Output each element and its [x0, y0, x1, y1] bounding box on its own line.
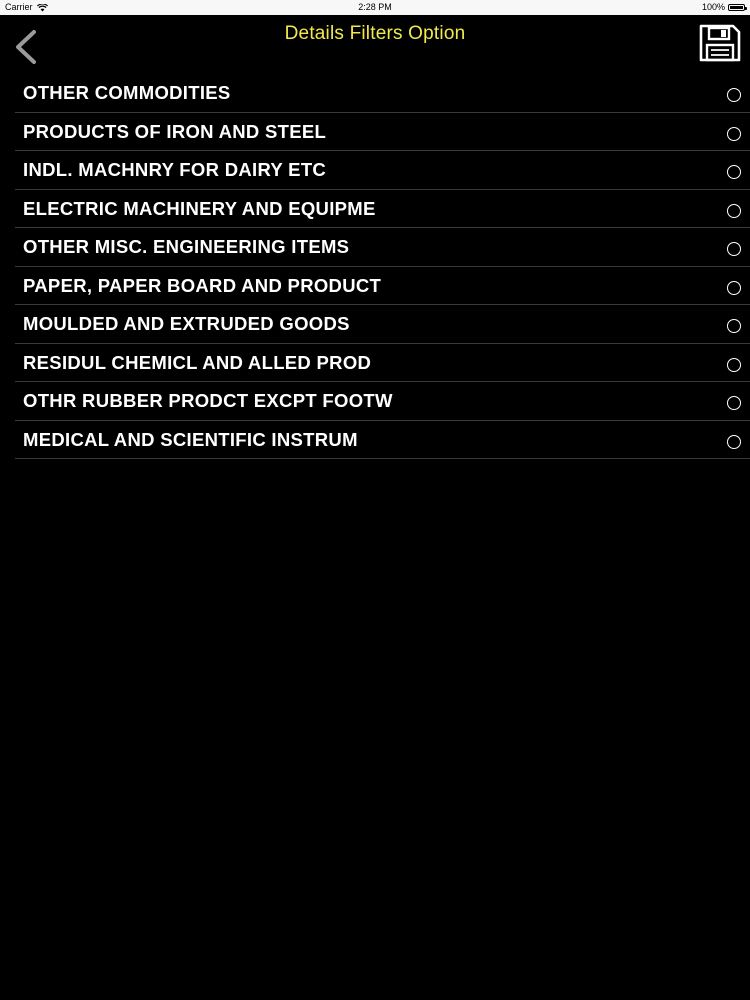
app-screen: Carrier 2:28 PM 100% Details Filters Opt…	[0, 0, 750, 1000]
filter-option-row[interactable]: OTHER COMMODITIES	[15, 74, 750, 113]
filter-option-label: OTHER MISC. ENGINEERING ITEMS	[23, 236, 350, 257]
radio-button[interactable]	[727, 242, 741, 256]
filter-option-row[interactable]: PAPER, PAPER BOARD AND PRODUCT	[15, 267, 750, 305]
status-bar: Carrier 2:28 PM 100%	[0, 0, 750, 15]
filter-option-label: MOULDED AND EXTRUDED GOODS	[23, 313, 350, 334]
filter-option-row[interactable]: ELECTRIC MACHINERY AND EQUIPME	[15, 190, 750, 228]
filter-option-label: RESIDUL CHEMICL AND ALLED PROD	[23, 351, 372, 373]
save-button[interactable]	[698, 23, 742, 63]
filter-option-row[interactable]: INDL. MACHNRY FOR DAIRY ETC	[15, 151, 750, 190]
radio-button[interactable]	[727, 203, 741, 218]
battery-icon	[728, 4, 747, 11]
filter-option-label: PAPER, PAPER BOARD AND PRODUCT	[23, 274, 382, 296]
battery-percent: 100%	[701, 2, 725, 12]
radio-button[interactable]	[727, 280, 741, 295]
floppy-disk-icon	[699, 24, 741, 62]
radio-button[interactable]	[727, 357, 741, 372]
filter-option-label: OTHER COMMODITIES	[23, 82, 231, 103]
filter-option-row[interactable]: RESIDUL CHEMICL AND ALLED PROD	[15, 344, 750, 382]
filter-option-label: ELECTRIC MACHINERY AND EQUIPME	[23, 197, 376, 219]
radio-button[interactable]	[727, 434, 741, 449]
filter-option-label: MEDICAL AND SCIENTIFIC INSTRUM	[23, 428, 358, 450]
filter-option-row[interactable]: OTHER MISC. ENGINEERING ITEMS	[15, 228, 750, 267]
filter-options-list: OTHER COMMODITIES PRODUCTS OF IRON AND S…	[15, 74, 750, 459]
radio-button[interactable]	[727, 319, 741, 333]
filter-option-row[interactable]: PRODUCTS OF IRON AND STEEL	[15, 113, 750, 151]
radio-button[interactable]	[727, 396, 741, 410]
filter-option-row[interactable]: MEDICAL AND SCIENTIFIC INSTRUM	[15, 421, 750, 459]
navigation-bar: Details Filters Option	[0, 15, 750, 75]
filter-option-label: OTHR RUBBER PRODCT EXCPT FOOTW	[23, 390, 393, 411]
radio-button[interactable]	[727, 165, 741, 179]
radio-button[interactable]	[727, 126, 741, 141]
filter-option-row[interactable]: MOULDED AND EXTRUDED GOODS	[15, 305, 750, 344]
radio-button[interactable]	[727, 88, 741, 102]
filter-option-label: INDL. MACHNRY FOR DAIRY ETC	[23, 159, 327, 180]
page-title: Details Filters Option	[284, 23, 466, 44]
status-right: 100%	[701, 0, 747, 15]
filter-option-label: PRODUCTS OF IRON AND STEEL	[23, 120, 327, 142]
filter-option-row[interactable]: OTHR RUBBER PRODCT EXCPT FOOTW	[15, 382, 750, 421]
status-time: 2:28 PM	[358, 2, 392, 12]
